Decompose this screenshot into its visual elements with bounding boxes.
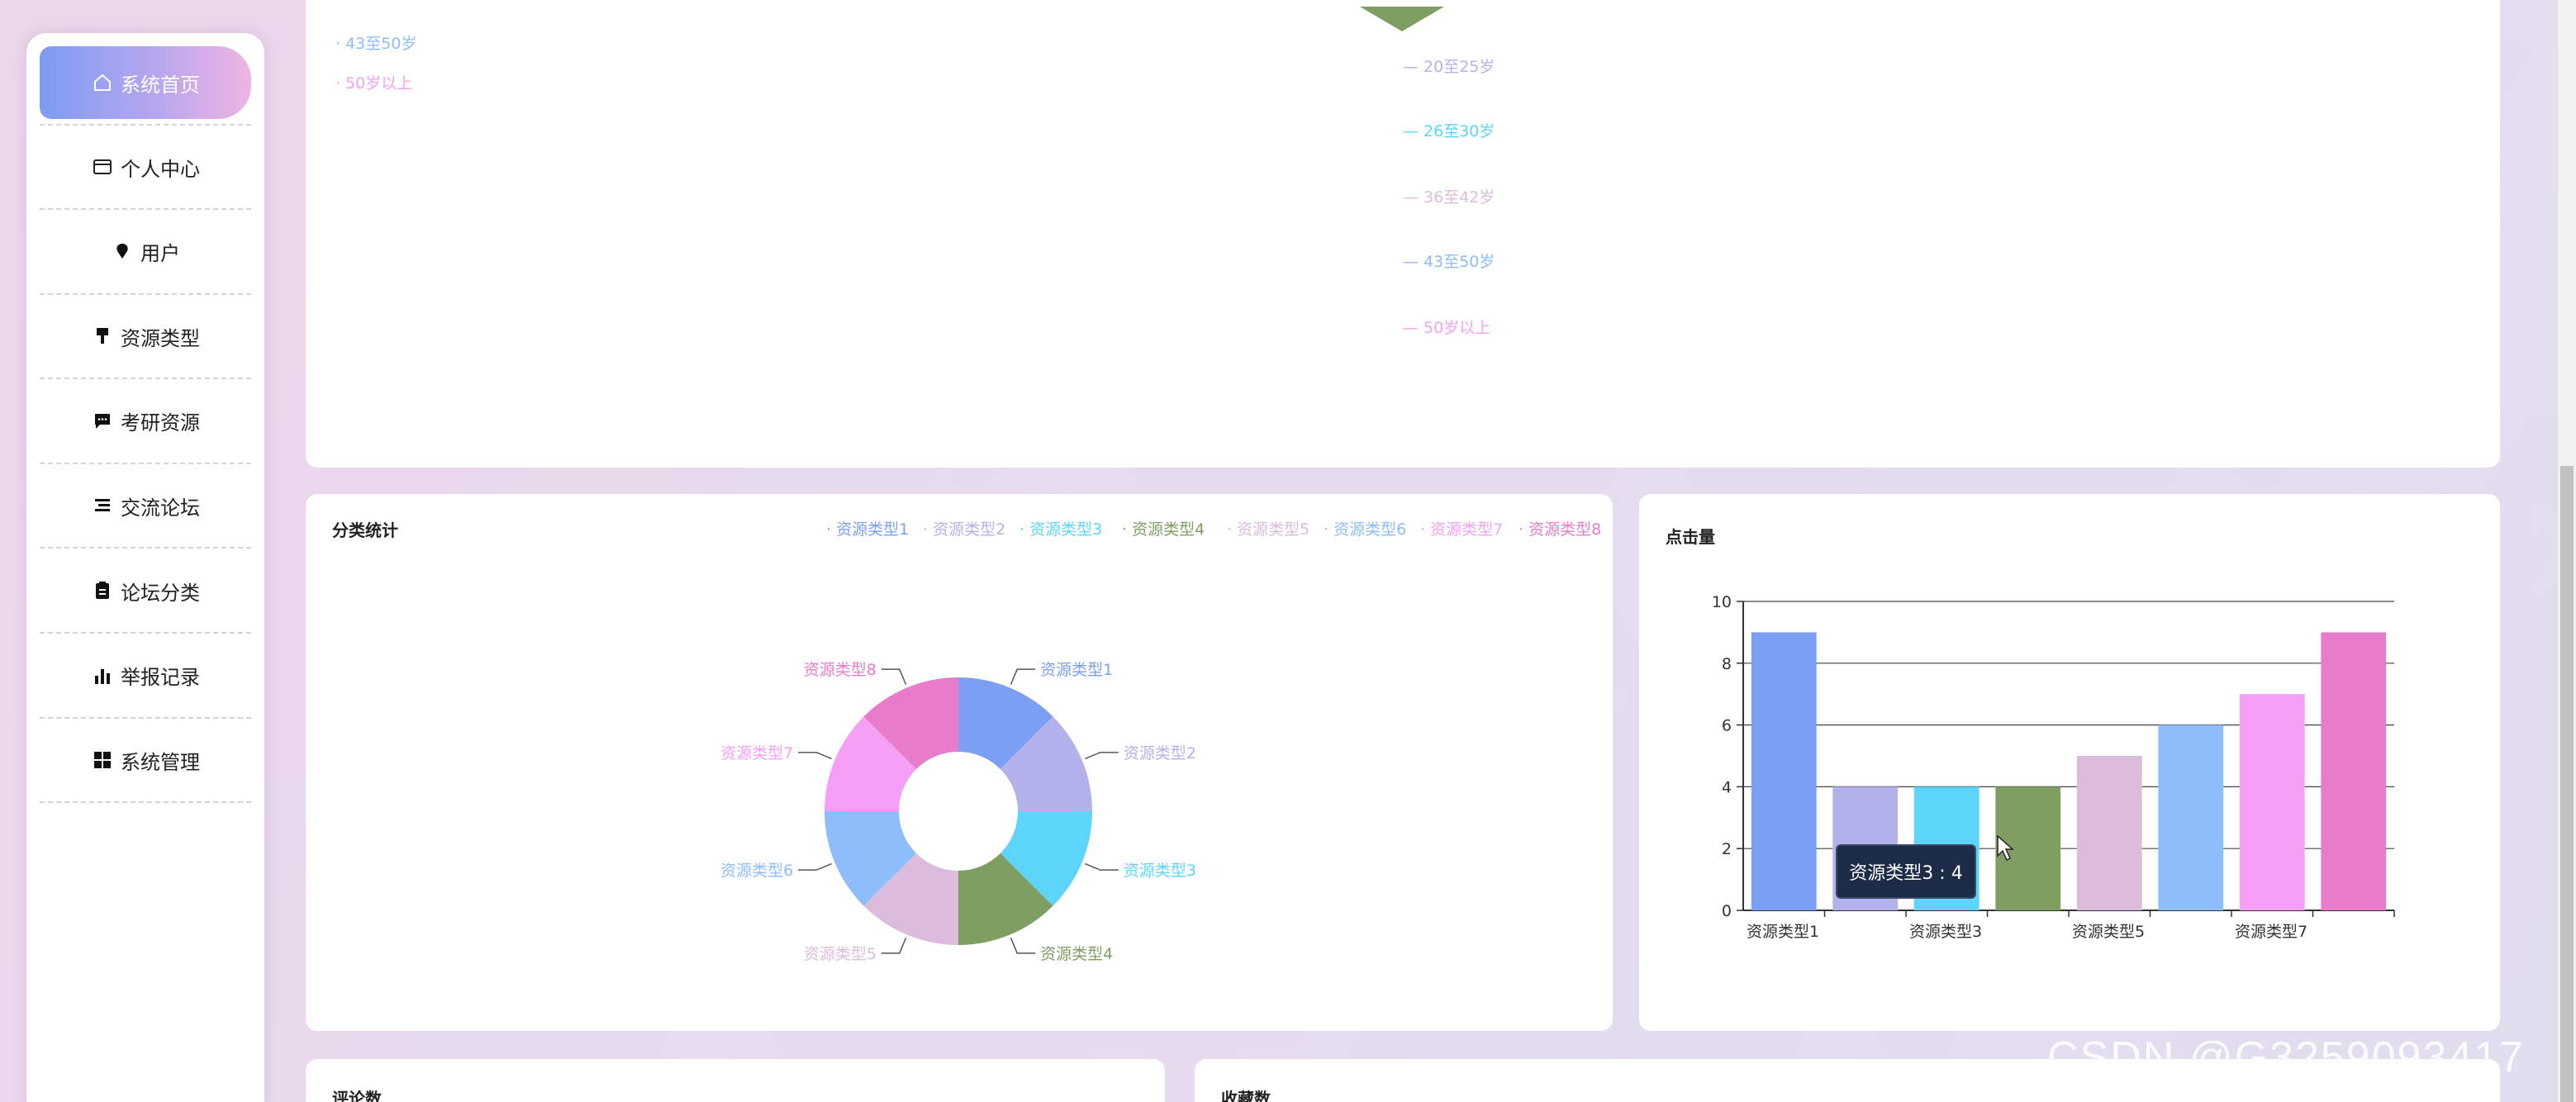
pie-label: 资源类型2 [1124,744,1196,762]
sidebar-item[interactable]: 用户 [40,211,251,295]
pie-label-line [1010,668,1036,685]
y-tick-label: 0 [1722,902,1732,920]
pie-label: 资源类型8 [804,661,877,679]
right-legend-item[interactable]: — 20至25岁 [1403,55,1495,77]
pie-label: 资源类型1 [1040,661,1113,679]
sidebar-item[interactable]: 考研资源 [40,380,251,464]
pie-label-line [1085,862,1119,871]
x-tick-label: 资源类型3 [1909,923,1982,941]
scrollbar-thumb[interactable] [2560,466,2574,1102]
clipboard-icon [91,579,114,602]
right-legend-item[interactable]: — 43至50岁 [1403,249,1495,272]
card-title: 收藏数 [1221,1089,1271,1102]
y-tick-label: 10 [1712,593,1732,611]
y-tick-label: 2 [1722,840,1732,858]
watermark: CSDN @G3259093417 [2047,1033,2526,1081]
sidebar-item-label: 用户 [140,242,180,266]
mouse-cursor-icon [1997,834,2014,862]
bar[interactable] [2239,694,2305,910]
sidebar-item-label: 资源类型 [121,326,200,350]
pie-label: 资源类型3 [1124,862,1196,880]
sidebar-item-label: 交流论坛 [121,496,200,520]
sidebar-item-label: 个人中心 [121,157,200,181]
x-tick-label: 资源类型5 [2072,923,2145,941]
pin-icon [111,240,134,264]
sidebar-item[interactable]: 交流论坛 [40,464,251,549]
y-tick-label: 8 [1722,655,1732,673]
card-icon [91,155,114,178]
right-legend-item[interactable]: — 26至30岁 [1403,119,1495,141]
x-tick-label: 资源类型1 [1747,923,1819,941]
sidebar-separator [40,124,251,126]
bar[interactable] [1751,632,1817,910]
sidebar-item-label: 系统首页 [121,73,200,97]
pie-label-line [881,668,907,685]
grid-icon [91,748,114,772]
pie-label: 资源类型6 [720,862,793,880]
home-icon [91,71,114,94]
chart-tooltip: 资源类型3 : 4 [1836,844,1976,899]
right-legend-item[interactable]: — 36至42岁 [1403,185,1495,207]
y-tick-label: 4 [1722,778,1732,796]
pie-label-line [1085,752,1119,760]
sidebar-item[interactable]: 个人中心 [40,126,251,210]
funnel-tip [1360,7,1444,31]
sidebar-item[interactable]: 论坛分类 [40,549,251,634]
sidebar-item-label: 考研资源 [121,411,200,435]
bar[interactable] [2158,724,2224,910]
bar[interactable] [2321,632,2387,910]
sidebar-item-label: 举报记录 [121,666,200,690]
pie-label-line [1010,938,1036,954]
y-tick-label: 6 [1722,717,1732,735]
bar-chart: 0 2 4 6 8 10 资源类型1 资源类型3 资源类型5 资源类型7 [1712,593,2395,941]
sidebar-item[interactable]: 举报记录 [40,634,251,719]
comments-card: 评论数 [306,1059,1165,1102]
left-legend-item[interactable]: · 50岁以上 [335,71,412,93]
brush-icon [91,325,114,348]
x-tick-label: 资源类型7 [2235,923,2307,941]
pie-label-line [798,862,832,871]
right-legend-item[interactable]: — 50岁以上 [1403,316,1490,338]
sidebar-item-label: 系统管理 [121,750,200,774]
tooltip-text: 资源类型3 : 4 [1849,863,1963,884]
card-title: 评论数 [332,1089,382,1102]
sidebar-item-label: 论坛分类 [121,581,200,605]
donut-chart: 资源类型1 资源类型2 资源类型3 资源类型4 资源类型5 资源类型6 资源类型7 资源类型8 [720,661,1196,963]
sidebar-item[interactable]: 系统管理 [40,719,251,804]
age-distribution-card: · 43至50岁 · 50岁以上 — 20至25岁 — 26至30岁 — 36至… [306,0,2500,468]
pie-label: 资源类型4 [1040,945,1113,963]
pie-label: 资源类型5 [804,945,877,963]
bar[interactable] [2076,756,2142,910]
sidebar-item[interactable]: 资源类型 [40,295,251,380]
pie-label-line [881,938,907,954]
bar-chart-icon [91,664,114,687]
sidebar-item[interactable]: 系统首页 [40,46,251,119]
message-icon [91,410,114,433]
pie-label: 资源类型7 [720,744,793,762]
category-stats-card: 分类统计 · 资源类型1 · 资源类型2 · 资源类型3 · 资源类型4 · 资源类型5… [306,494,1613,1031]
left-legend-item[interactable]: · 43至50岁 [335,31,416,54]
pie-label-line [798,752,832,760]
clicks-card: 点击量 0 2 4 6 8 10 资源类型1 资源类型3 资源类型5 资源类型7 [1639,494,2500,1031]
list-icon [91,494,114,517]
